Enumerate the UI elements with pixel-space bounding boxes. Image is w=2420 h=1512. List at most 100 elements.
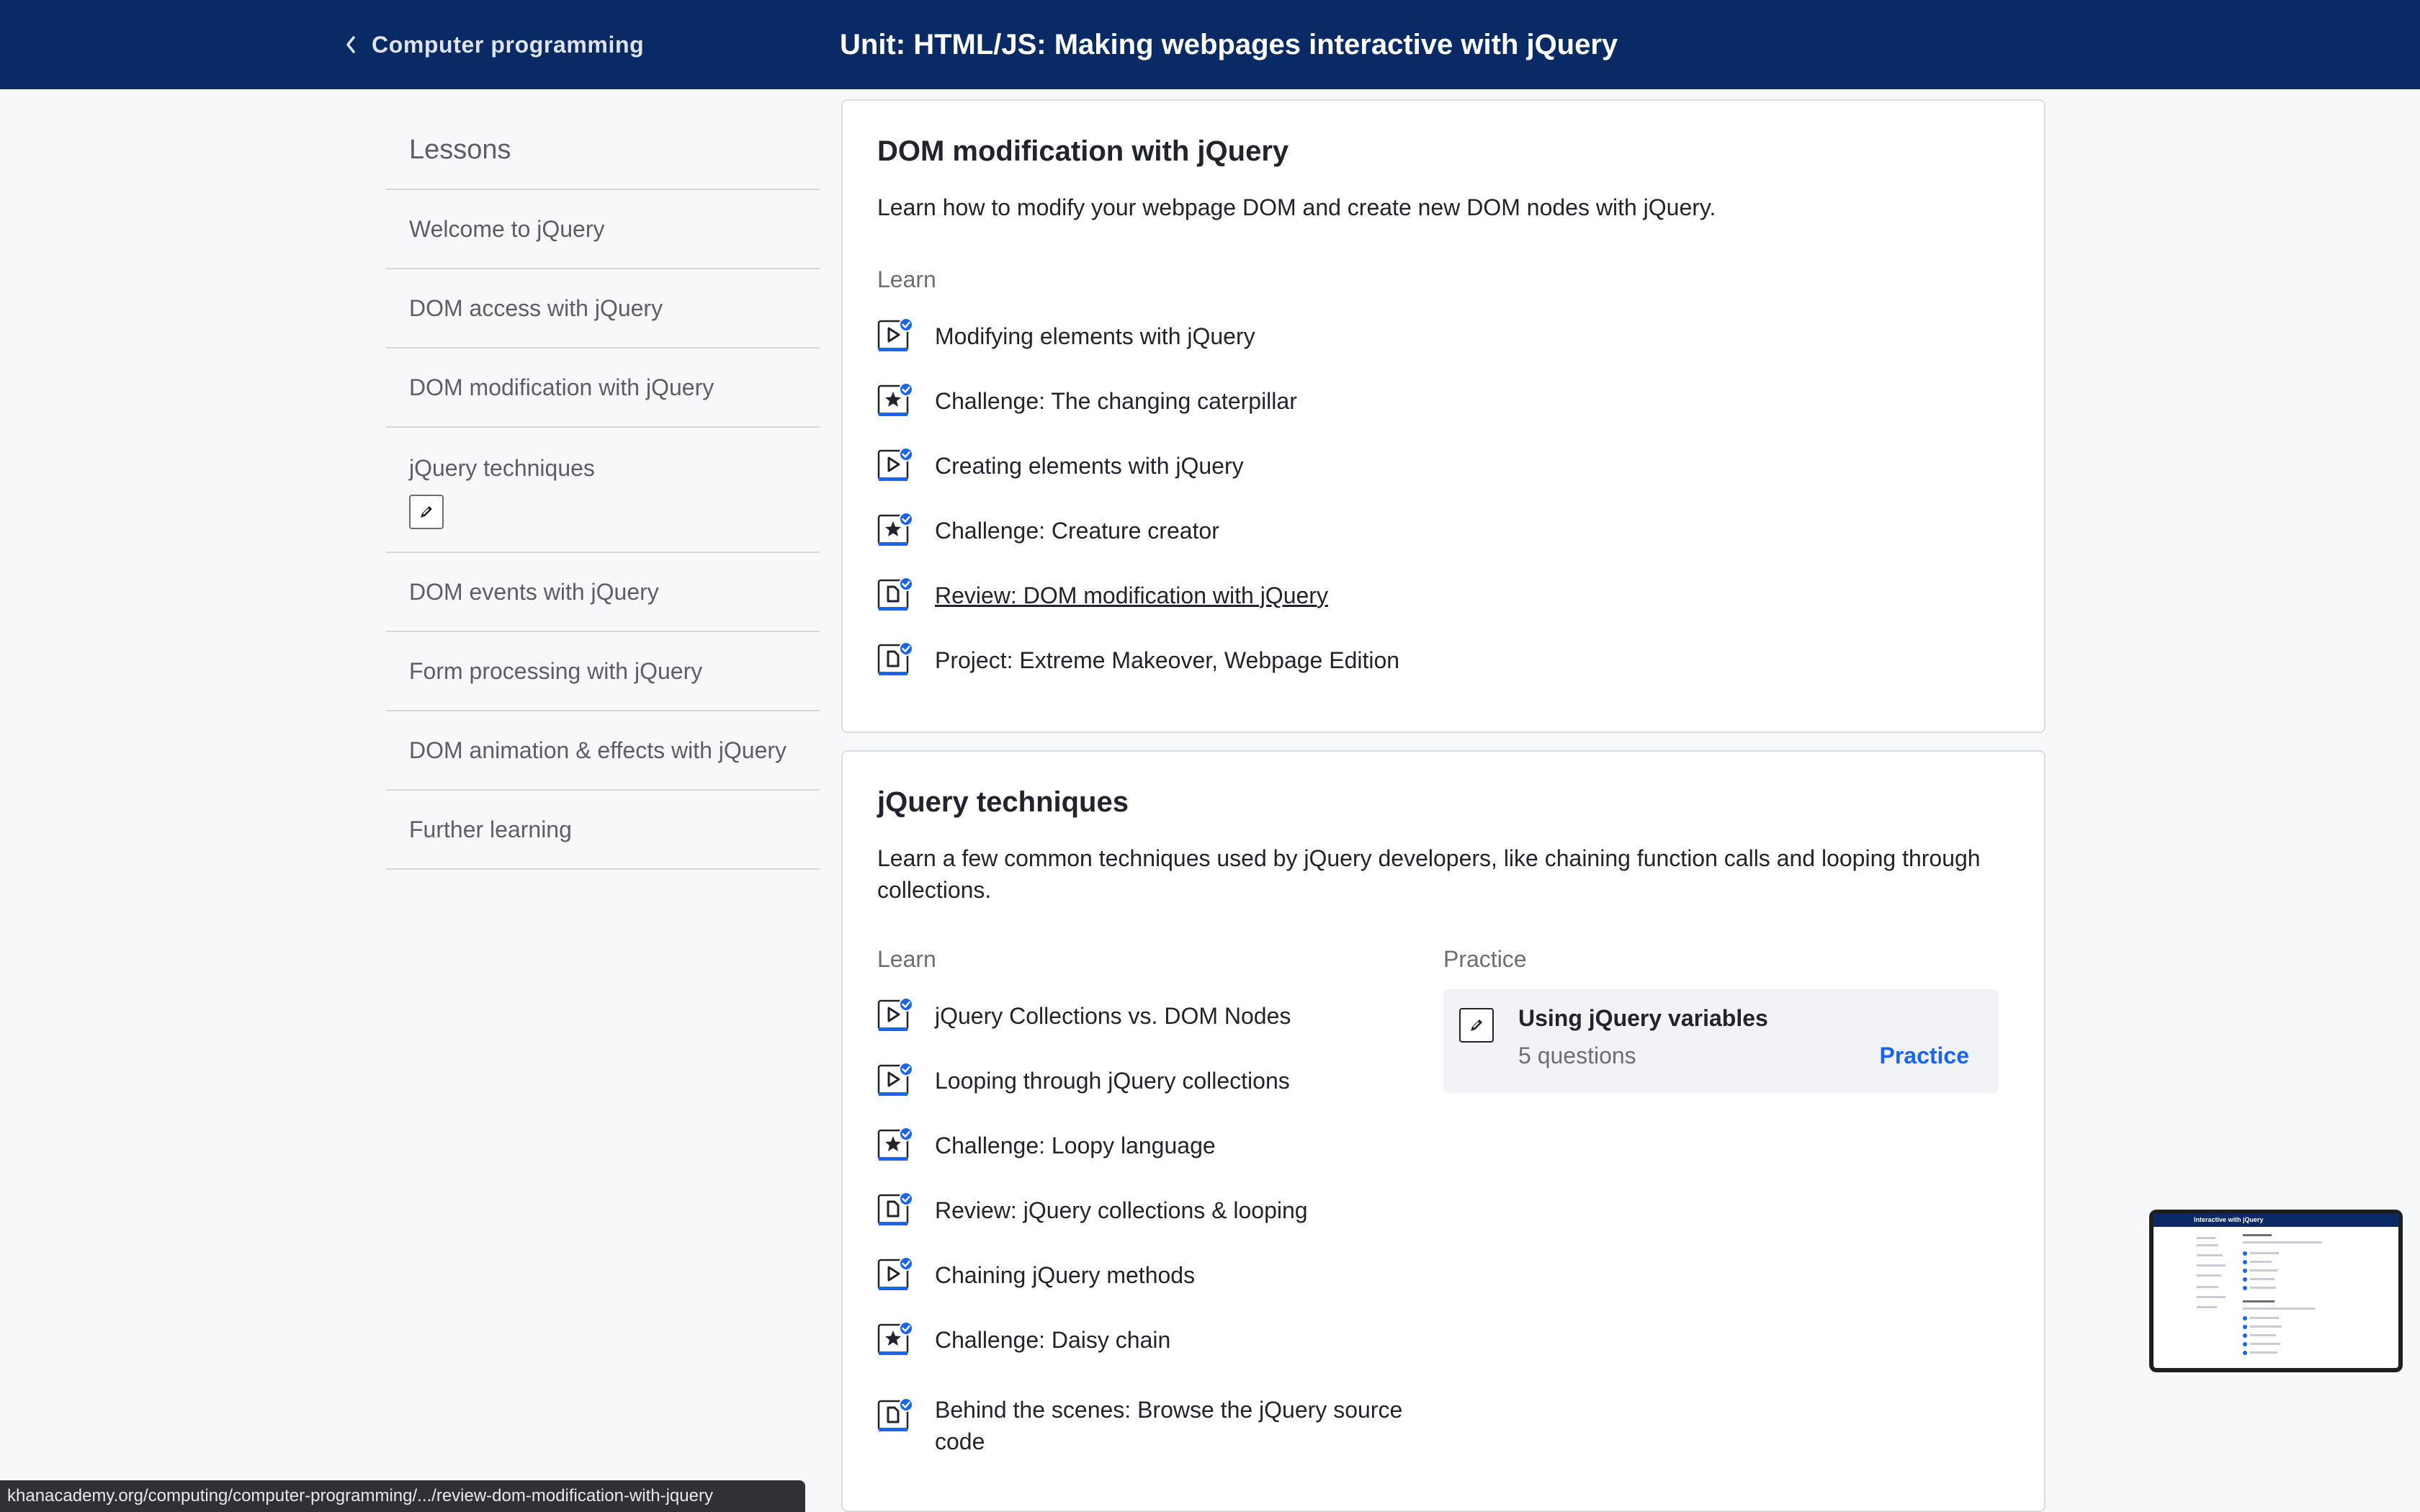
minimap-line [2250, 1278, 2275, 1280]
minimap-line [2197, 1254, 2223, 1256]
unit-title: Unit: HTML/JS: Making webpages interacti… [840, 28, 1618, 60]
sidebar-item-form-processing[interactable]: Form processing with jQuery [386, 632, 820, 711]
challenge-completed-icon [877, 512, 913, 549]
minimap-line [2250, 1343, 2280, 1345]
back-to-course-link[interactable]: Computer programming [344, 27, 644, 62]
minimap-line [2250, 1351, 2277, 1354]
challenge-completed-icon [877, 1321, 913, 1358]
content-item[interactable]: Review: DOM modification with jQuery [877, 577, 1328, 613]
minimap-check [2243, 1351, 2247, 1355]
minimap-check [2243, 1251, 2247, 1256]
video-completed-icon [877, 1256, 913, 1293]
content-item-label: Project: Extreme Makeover, Webpage Editi… [935, 647, 1400, 673]
sidebar-item-label: jQuery techniques [409, 455, 595, 481]
sidebar-item-dom-modification[interactable]: DOM modification with jQuery [386, 348, 820, 428]
lesson-card-title: jQuery techniques [877, 786, 1129, 818]
content-item[interactable]: Review: jQuery collections & looping [877, 1192, 1308, 1228]
back-link-label: Computer programming [372, 31, 645, 58]
sidebar-item-label: Welcome to jQuery [409, 215, 605, 242]
practice-button[interactable]: Practice [1879, 1043, 1969, 1069]
sidebar-item-label: DOM events with jQuery [409, 578, 659, 605]
challenge-completed-icon [877, 1127, 913, 1164]
learn-section-label: Learn [877, 946, 936, 972]
top-nav-bar: Computer programming Unit: HTML/JS: Maki… [0, 0, 2420, 89]
sidebar-item-further-learning[interactable]: Further learning [386, 791, 820, 870]
content-item-label: Modifying elements with jQuery [935, 323, 1255, 349]
minimap-title: Interactive with jQuery [2194, 1216, 2264, 1223]
minimap-preview: Interactive with jQuery [2154, 1214, 2398, 1368]
content-item-label: Challenge: Loopy language [935, 1132, 1216, 1158]
article-completed-icon [877, 577, 913, 613]
lesson-card-title: DOM modification with jQuery [877, 135, 1289, 167]
content-item[interactable]: Challenge: Daisy chain [877, 1321, 1171, 1358]
minimap-check [2243, 1325, 2247, 1329]
minimap-line [2250, 1252, 2279, 1254]
article-completed-icon [877, 1192, 913, 1228]
minimap-line [2250, 1287, 2276, 1289]
minimap-check [2243, 1277, 2247, 1282]
content-item[interactable]: Modifying elements with jQuery [877, 318, 1255, 354]
content-item[interactable]: Challenge: Loopy language [877, 1127, 1216, 1164]
minimap-line [2250, 1317, 2279, 1319]
article-completed-icon [877, 642, 913, 678]
minimap-line [2197, 1296, 2226, 1298]
content-item[interactable]: Looping through jQuery collections [877, 1062, 1290, 1099]
sidebar-item-dom-access[interactable]: DOM access with jQuery [386, 269, 820, 348]
video-completed-icon [877, 997, 913, 1034]
content-item[interactable]: Creating elements with jQuery [877, 447, 1244, 484]
sidebar-item-label: DOM access with jQuery [409, 294, 663, 321]
lessons-sidebar: Lessons Welcome to jQuery DOM access wit… [386, 122, 820, 870]
content-item-label: Looping through jQuery collections [935, 1067, 1290, 1094]
minimap-check [2243, 1260, 2247, 1264]
content-item-label: Challenge: Daisy chain [935, 1326, 1171, 1353]
practice-exercise-card: Using jQuery variables 5 questions Pract… [1443, 989, 1998, 1093]
page-minimap-thumbnail[interactable]: Interactive with jQuery [2149, 1210, 2403, 1372]
status-bar-url: khanacademy.org/computing/computer-progr… [0, 1480, 805, 1512]
sidebar-item-label: DOM animation & effects with jQuery [409, 737, 787, 763]
content-item-label: Behind the scenes: Browse the jQuery sou… [935, 1397, 1403, 1454]
content-item-label: Challenge: Creature creator [935, 517, 1219, 544]
minimap-line [2250, 1261, 2272, 1263]
content-item-label: Creating elements with jQuery [935, 452, 1244, 479]
sidebar-item-jquery-techniques[interactable]: jQuery techniques [386, 428, 820, 553]
lesson-card-dom-modification: DOM modification with jQuery Learn how t… [841, 99, 2045, 733]
practice-exercise-name: Using jQuery variables [1518, 1005, 1768, 1031]
lesson-card-description: Learn a few common techniques used by jQ… [877, 845, 1981, 903]
challenge-completed-icon [877, 382, 913, 419]
minimap-check [2243, 1269, 2247, 1273]
video-completed-icon [877, 1062, 913, 1099]
pencil-icon [1459, 1008, 1494, 1043]
practice-section-label: Practice [1443, 946, 1527, 972]
minimap-line [2197, 1264, 2226, 1266]
content-item[interactable]: Chaining jQuery methods [877, 1256, 1195, 1293]
content-item[interactable]: Challenge: The changing caterpillar [877, 382, 1297, 419]
video-completed-icon [877, 447, 913, 484]
lessons-list: Welcome to jQuery DOM access with jQuery… [386, 189, 820, 870]
content-item-label: Review: jQuery collections & looping [935, 1197, 1308, 1223]
video-completed-icon [877, 318, 913, 354]
sidebar-title: Lessons [409, 135, 511, 165]
chevron-left-icon [346, 36, 355, 53]
content-item-label: Challenge: The changing caterpillar [935, 387, 1297, 414]
minimap-line [2243, 1234, 2272, 1236]
sidebar-item-welcome[interactable]: Welcome to jQuery [386, 190, 820, 269]
minimap-line [2243, 1300, 2275, 1302]
article-completed-icon [877, 1398, 913, 1434]
minimap-check [2243, 1333, 2247, 1338]
minimap-line [2197, 1306, 2217, 1308]
sidebar-item-label: DOM modification with jQuery [409, 374, 714, 400]
content-item[interactable]: Challenge: Creature creator [877, 512, 1219, 549]
sidebar-item-dom-events[interactable]: DOM events with jQuery [386, 553, 820, 632]
content-item[interactable]: Project: Extreme Makeover, Webpage Editi… [877, 642, 1399, 678]
sidebar-item-dom-animation[interactable]: DOM animation & effects with jQuery [386, 711, 820, 791]
sidebar-item-label: Form processing with jQuery [409, 657, 703, 684]
sidebar-item-label: Further learning [409, 816, 572, 842]
content-item[interactable]: Behind the scenes: Browse the jQuery sou… [877, 1394, 1410, 1457]
practice-question-count: 5 questions [1518, 1043, 1636, 1068]
minimap-line [2197, 1237, 2215, 1239]
pencil-icon [409, 495, 444, 529]
minimap-line [2250, 1334, 2276, 1336]
minimap-line [2250, 1326, 2282, 1328]
content-item[interactable]: jQuery Collections vs. DOM Nodes [877, 997, 1291, 1034]
minimap-check [2243, 1342, 2247, 1346]
